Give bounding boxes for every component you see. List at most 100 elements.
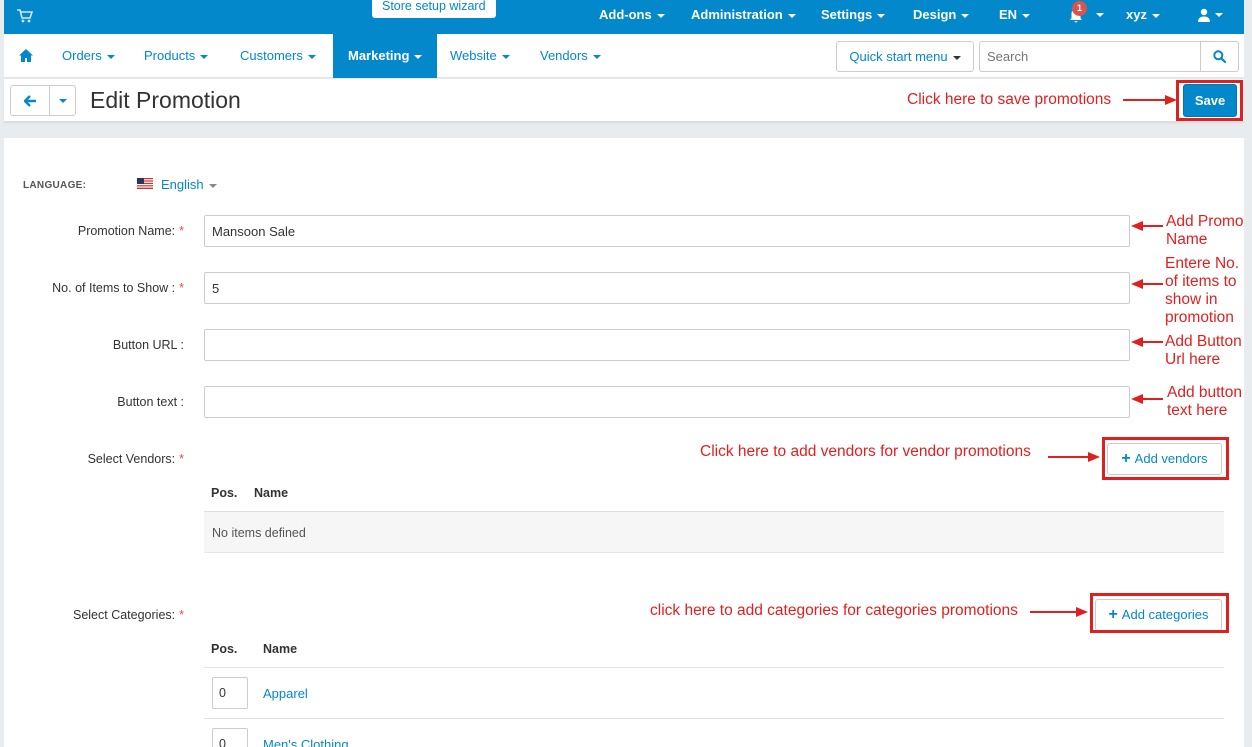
promotion-name-label: Promotion Name: * — [78, 224, 184, 238]
annotation-button-text: Add button text here — [1167, 384, 1242, 420]
topnav-language[interactable]: EN — [999, 0, 1031, 34]
language-label: LANGUAGE: — [23, 180, 87, 191]
nav-vendors[interactable]: Vendors — [540, 34, 601, 78]
page-title: Edit Promotion — [90, 87, 241, 113]
annotation-vendors: Click here to add vendors for vendor pro… — [700, 443, 1031, 460]
required-marker: * — [179, 608, 184, 622]
topnav-administration[interactable]: Administration — [691, 0, 796, 34]
items-to-show-label: No. of Items to Show : * — [52, 281, 184, 295]
button-url-input[interactable] — [204, 329, 1130, 361]
category-link[interactable]: Men's Clothing — [263, 737, 349, 747]
vendors-highlight-box — [1102, 437, 1229, 480]
nav-products-label: Products — [144, 48, 196, 63]
topnav-addons[interactable]: Add-ons — [599, 0, 665, 34]
user-icon[interactable] — [1197, 8, 1211, 22]
items-to-show-label-text: No. of Items to Show : — [52, 281, 176, 295]
annotation-promo-name: Add Promo Name — [1166, 213, 1244, 249]
quick-start-label: Quick start menu — [849, 49, 948, 64]
annotation-categories: click here to add categories for categor… — [650, 602, 1018, 619]
nav-website-label: Website — [450, 48, 497, 63]
us-flag-icon — [137, 178, 153, 189]
nav-marketing-label: Marketing — [348, 48, 410, 63]
arrow-left-icon — [1131, 337, 1163, 347]
select-categories-label-text: Select Categories: — [72, 608, 176, 622]
annotation-line: of items to — [1165, 273, 1237, 290]
annotation-line: Add Promo — [1166, 213, 1244, 230]
promotion-form: LANGUAGE: English Promotion Name:* No. o… — [4, 138, 1244, 747]
annotation-line: promotion — [1165, 309, 1234, 326]
topnav-user[interactable]: xyz — [1126, 0, 1160, 34]
chevron-down-icon — [58, 98, 67, 103]
back-button[interactable] — [10, 85, 50, 116]
back-dropdown-button[interactable] — [49, 85, 76, 116]
nav-orders-label: Orders — [62, 48, 102, 63]
required-marker: * — [179, 281, 184, 295]
button-text-input[interactable] — [204, 386, 1130, 418]
nav-customers-label: Customers — [240, 48, 303, 63]
annotation-line: Add Button — [1165, 333, 1242, 350]
chevron-down-icon — [787, 13, 796, 18]
select-vendors-label-text: Select Vendors: — [87, 452, 176, 466]
chevron-down-icon[interactable] — [1096, 13, 1104, 17]
arrow-left-icon — [1131, 221, 1163, 231]
button-url-label: Button URL : — [112, 338, 184, 352]
store-setup-wizard-button[interactable]: Store setup wizard — [372, 0, 496, 18]
category-pos-input[interactable]: 0 — [212, 728, 248, 747]
search-button[interactable] — [1200, 41, 1239, 72]
chevron-down-icon — [877, 13, 886, 18]
topnav-settings-label: Settings — [821, 7, 873, 22]
arrow-right-icon — [1048, 452, 1100, 462]
chevron-down-icon — [1022, 13, 1031, 18]
nav-products[interactable]: Products — [144, 34, 209, 78]
arrow-left-icon — [1131, 394, 1163, 404]
select-categories-label: Select Categories: * — [73, 608, 184, 622]
topnav-settings[interactable]: Settings — [821, 0, 886, 34]
button-text-label: Button text : — [117, 395, 184, 409]
categories-col-name: Name — [263, 642, 298, 656]
language-value: English — [161, 177, 204, 192]
promotion-name-input[interactable] — [204, 215, 1130, 247]
categories-col-pos: Pos. — [211, 642, 238, 656]
annotation-line: Name — [1166, 231, 1208, 248]
items-to-show-input[interactable] — [204, 272, 1130, 304]
arrow-right-icon — [1030, 607, 1088, 617]
nav-marketing[interactable]: Marketing — [333, 34, 438, 78]
category-link[interactable]: Apparel — [263, 686, 308, 701]
arrow-left-icon — [24, 95, 36, 107]
chevron-down-icon — [501, 54, 510, 59]
quick-start-menu-button[interactable]: Quick start menu — [836, 41, 974, 72]
annotation-button-url: Add Button Url here — [1165, 333, 1242, 369]
shopping-cart-icon[interactable] — [17, 9, 33, 23]
arrow-right-icon — [1123, 95, 1177, 105]
chevron-down-icon — [208, 183, 217, 188]
search-input[interactable] — [979, 41, 1201, 72]
vendors-empty-row: No items defined — [204, 511, 1224, 553]
nav-vendors-label: Vendors — [540, 48, 588, 63]
nav-customers[interactable]: Customers — [240, 34, 316, 78]
nav-website[interactable]: Website — [450, 34, 510, 78]
home-icon[interactable] — [19, 49, 33, 62]
category-pos-input[interactable]: 0 — [212, 677, 248, 709]
chevron-down-icon — [307, 54, 316, 59]
vendors-col-pos: Pos. — [211, 486, 238, 500]
language-select[interactable]: English — [161, 177, 217, 192]
arrow-left-icon — [1131, 279, 1163, 289]
annotation-line: Entere No. — [1165, 255, 1240, 272]
admin-topbar: Store setup wizard Add-ons Administratio… — [4, 0, 1244, 34]
notification-badge: 1 — [1072, 1, 1087, 16]
promotion-name-label-text: Promotion Name: — [77, 224, 176, 238]
chevron-down-icon — [952, 55, 961, 60]
categories-highlight-box — [1090, 593, 1229, 633]
topnav-design-label: Design — [913, 7, 957, 22]
required-marker: * — [179, 224, 184, 238]
topnav-design[interactable]: Design — [913, 0, 970, 34]
divider — [204, 718, 1224, 719]
chevron-down-icon — [106, 54, 115, 59]
user-name: xyz — [1126, 7, 1147, 22]
chevron-down-icon[interactable] — [1215, 13, 1223, 17]
nav-orders[interactable]: Orders — [62, 34, 115, 78]
annotation-line: Add button — [1167, 384, 1242, 401]
search-icon — [1213, 50, 1226, 63]
annotation-line: show in — [1165, 291, 1218, 308]
annotation-items: Entere No. of items to show in promotion — [1165, 255, 1239, 327]
